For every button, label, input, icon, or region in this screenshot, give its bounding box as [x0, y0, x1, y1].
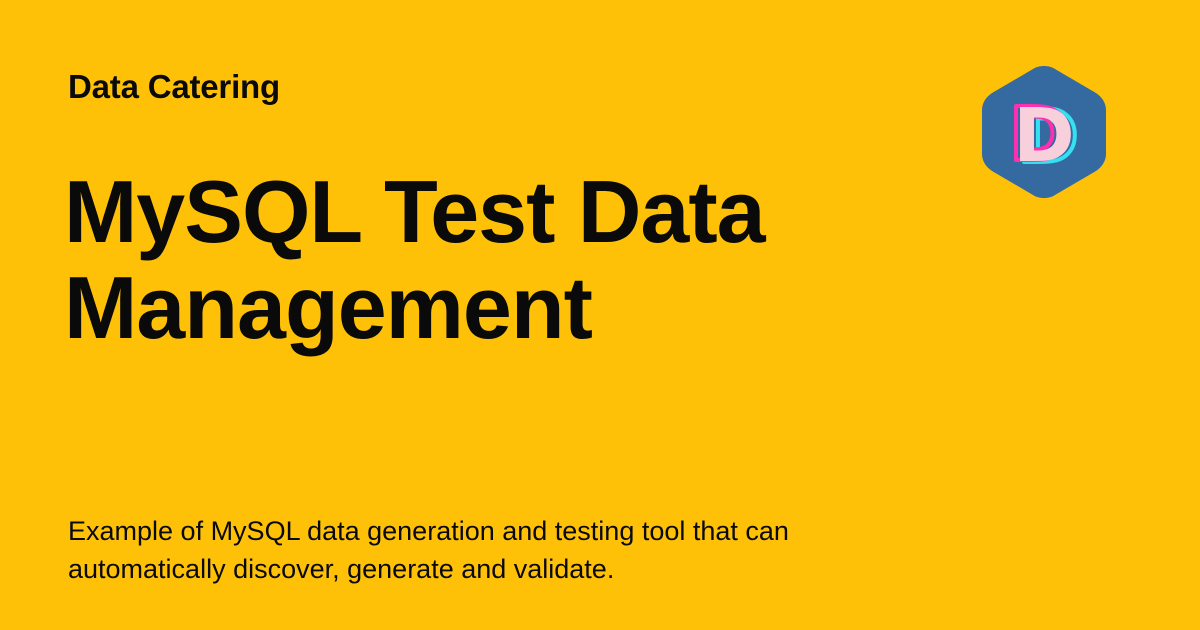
logo-letter: D [1013, 93, 1074, 179]
site-name: Data Catering [68, 68, 280, 105]
page-description: Example of MySQL data generation and tes… [68, 516, 789, 584]
logo-hexagon-icon: D D D [982, 66, 1106, 198]
social-card: Data Catering MySQL Test Data Management… [0, 0, 1200, 630]
page-title: MySQL Test Data Management [64, 162, 766, 357]
data-catering-logo-icon: D D D [976, 60, 1112, 204]
